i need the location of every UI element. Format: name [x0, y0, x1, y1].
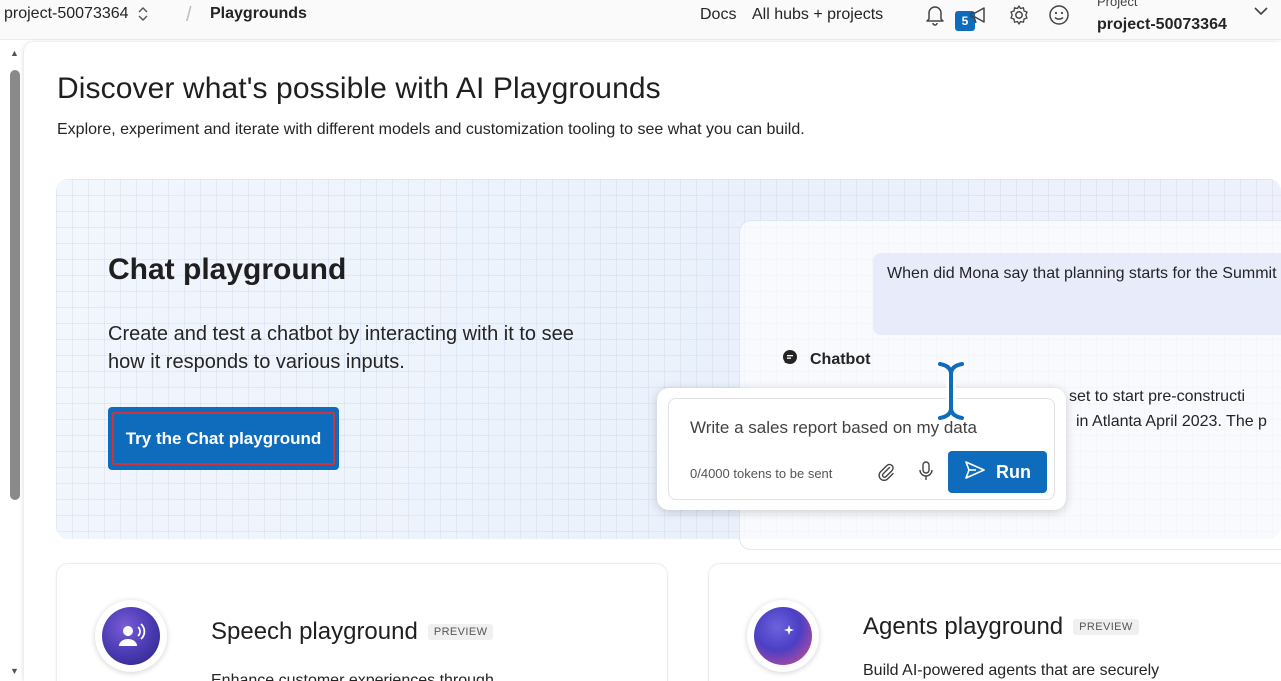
preview-bot-name: Chatbot [810, 350, 871, 368]
preview-composer: Write a sales report based on my data 0/… [657, 388, 1066, 510]
page-subtitle: Explore, experiment and iterate with dif… [57, 121, 805, 138]
agents-playground-description: Build AI-powered agents that are securel… [863, 662, 1160, 679]
preview-token-count: 0/4000 tokens to be sent [690, 466, 833, 481]
preview-composer-box: Write a sales report based on my data 0/… [668, 398, 1055, 500]
chevron-updown-icon [137, 6, 149, 22]
docs-link[interactable]: Docs [700, 6, 736, 24]
speech-playground-title: Speech playground [211, 618, 418, 645]
agent-icon [747, 600, 819, 672]
paperclip-icon [876, 461, 896, 486]
gear-icon[interactable] [1006, 2, 1032, 28]
breadcrumb-separator: / [186, 4, 192, 26]
bell-icon[interactable] [922, 2, 948, 28]
agents-preview-tag: PREVIEW [1073, 619, 1139, 635]
megaphone-icon[interactable] [966, 2, 992, 28]
chat-playground-title: Chat playground [108, 253, 347, 286]
speech-playground-title-row: Speech playground PREVIEW [211, 618, 494, 646]
agents-playground-card[interactable]: Agents playground PREVIEW Build AI-power… [708, 563, 1281, 681]
agents-playground-title-row: Agents playground PREVIEW [863, 613, 1139, 641]
preview-run-button: Run [948, 451, 1047, 493]
project-label: Project [1097, 0, 1138, 9]
speech-preview-tag: PREVIEW [427, 624, 494, 640]
speech-playground-description: Enhance customer experiences through [211, 672, 494, 681]
project-name[interactable]: project-50073364 [1097, 16, 1227, 34]
chat-playground-description: Create and test a chatbot by interacting… [108, 323, 574, 373]
speech-icon [95, 600, 167, 672]
vertical-scrollbar[interactable]: ▲ ▼ [4, 44, 24, 681]
try-chat-playground-label: Try the Chat playground [112, 412, 335, 465]
speech-playground-card[interactable]: Speech playground PREVIEW Enhance custom… [56, 563, 668, 681]
agents-playground-title: Agents playground [863, 613, 1064, 640]
try-chat-playground-button[interactable]: Try the Chat playground [108, 407, 339, 470]
scrollbar-thumb[interactable] [10, 70, 20, 500]
text-cursor-icon [934, 358, 968, 429]
all-hubs-link[interactable]: All hubs + projects [752, 6, 883, 24]
send-icon [964, 460, 986, 485]
breadcrumb-current-page: Playgrounds [210, 5, 307, 22]
preview-run-label: Run [996, 461, 1031, 482]
preview-user-message: When did Mona say that planning starts f… [873, 253, 1281, 335]
project-switcher-label: project-50073364 [4, 5, 129, 22]
project-switcher[interactable]: project-50073364 [4, 5, 149, 23]
smiley-icon[interactable] [1046, 2, 1072, 28]
chat-bubble-icon [782, 349, 798, 370]
page-title: Discover what's possible with AI Playgro… [57, 72, 661, 105]
scroll-up-icon[interactable]: ▲ [10, 48, 19, 58]
preview-bot-header: Chatbot [782, 349, 870, 370]
chevron-down-icon[interactable] [1252, 4, 1270, 23]
top-bar: project-50073364 / Playgrounds Docs All … [0, 0, 1281, 40]
scroll-down-icon[interactable]: ▼ [10, 666, 19, 676]
microphone-icon [917, 460, 935, 487]
